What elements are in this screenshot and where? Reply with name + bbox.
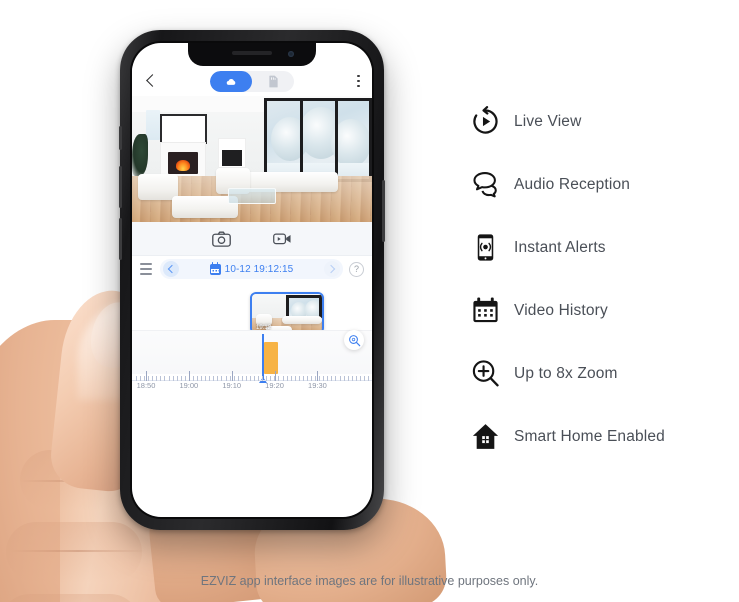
ruler-label: 19:00 — [179, 381, 199, 390]
feature-list: Live View Audio Reception Instant Alerts… — [470, 90, 732, 468]
window-glass — [267, 101, 369, 179]
kebab-menu-icon[interactable] — [357, 74, 360, 88]
camera-snapshot-icon[interactable] — [212, 229, 231, 248]
video-record-icon[interactable] — [273, 229, 292, 248]
ruler-major-tick — [317, 371, 319, 381]
feature-item-live-view[interactable]: Live View — [470, 90, 732, 153]
zoom-icon — [470, 358, 514, 389]
alcove-recess — [222, 150, 242, 166]
video-history-icon — [470, 295, 514, 326]
wall-tv — [160, 114, 207, 144]
feature-label: Live View — [514, 112, 582, 130]
disclaimer-caption: EZVIZ app interface images are for illus… — [200, 574, 539, 588]
smart-home-icon — [470, 421, 514, 452]
phone-screen: 10-12 19:12:15 ? 19:12 18:50 19:00 19:10… — [132, 43, 372, 517]
chevron-right-icon — [326, 264, 336, 274]
ruler-major-tick — [146, 371, 147, 381]
feature-item-instant-alerts[interactable]: Instant Alerts — [470, 216, 732, 279]
large-window — [264, 98, 372, 182]
instant-alerts-icon — [470, 232, 514, 263]
storage-source-toggle[interactable] — [210, 70, 294, 92]
live-view-image[interactable] — [132, 96, 372, 222]
notch — [188, 43, 316, 66]
coffee-table — [228, 188, 276, 204]
ruler-label: 18:50 — [136, 381, 156, 390]
timeline-tick-labels: 18:50 19:00 19:10 19:20 19:30 — [132, 381, 372, 393]
palm-crease — [10, 550, 146, 552]
houseplant — [132, 134, 148, 176]
date-selector[interactable]: 10-12 19:12:15 — [160, 259, 343, 279]
ruler-major-tick — [231, 371, 233, 381]
ruler-label: 19:30 — [308, 381, 327, 390]
chevron-left-icon — [167, 264, 177, 274]
calendar-icon — [209, 262, 221, 275]
earpiece-speaker — [232, 51, 272, 55]
help-icon[interactable]: ? — [349, 261, 364, 277]
date-navigation-bar: 10-12 19:12:15 ? — [132, 256, 372, 282]
back-chevron-icon[interactable] — [144, 74, 158, 88]
tab-cloud[interactable] — [210, 70, 252, 92]
prev-day-button[interactable] — [163, 261, 179, 277]
power-button[interactable] — [382, 180, 385, 242]
feature-item-video-history[interactable]: Video History — [470, 279, 732, 342]
capture-controls — [132, 222, 372, 256]
recorded-event-block[interactable] — [264, 342, 278, 374]
knuckle — [0, 594, 140, 602]
date-value: 10-12 19:12:15 — [224, 263, 294, 275]
feature-label: Instant Alerts — [514, 238, 606, 256]
live-view-icon — [470, 106, 514, 137]
cloud-icon — [226, 78, 235, 85]
knuckle — [6, 522, 142, 582]
front-camera-icon — [288, 51, 294, 57]
feature-item-zoom[interactable]: Up to 8x Zoom — [470, 342, 732, 405]
timeline-track[interactable] — [132, 330, 372, 383]
smartphone: 10-12 19:12:15 ? 19:12 18:50 19:00 19:10… — [119, 30, 385, 530]
mute-switch[interactable] — [119, 126, 122, 150]
ruler-label: 19:20 — [265, 381, 284, 390]
timeline-ruler — [132, 371, 372, 381]
ruler-label: 19:10 — [222, 381, 242, 390]
audio-reception-icon — [470, 169, 514, 200]
ruler-major-tick — [274, 371, 276, 381]
feature-item-audio-reception[interactable]: Audio Reception — [470, 153, 732, 216]
promo-image: 10-12 19:12:15 ? 19:12 18:50 19:00 19:10… — [0, 0, 739, 602]
tab-sd-card[interactable] — [252, 71, 294, 92]
next-day-button[interactable] — [324, 261, 340, 277]
feature-label: Up to 8x Zoom — [514, 364, 618, 382]
sd-card-icon — [268, 75, 278, 87]
app-top-bar — [132, 66, 372, 96]
magnifier-zoom-icon[interactable] — [344, 330, 364, 350]
armchair — [138, 174, 178, 200]
phone-bezel: 10-12 19:12:15 ? 19:12 18:50 19:00 19:10… — [130, 41, 374, 519]
ruler-major-tick — [188, 371, 190, 381]
volume-up-button[interactable] — [119, 166, 122, 208]
feature-label: Video History — [514, 301, 608, 319]
volume-down-button[interactable] — [119, 218, 122, 260]
list-icon[interactable] — [140, 263, 154, 275]
timeline-thumbnail[interactable]: 19:12 — [250, 292, 324, 334]
feature-label: Audio Reception — [514, 175, 630, 193]
flame — [176, 160, 190, 171]
current-date: 10-12 19:12:15 — [209, 262, 294, 275]
feature-label: Smart Home Enabled — [514, 427, 665, 445]
feature-item-smart-home[interactable]: Smart Home Enabled — [470, 405, 732, 468]
playback-timeline[interactable]: 19:12 18:50 19:00 19:10 19:20 19:30 — [132, 282, 372, 394]
left-window — [146, 110, 160, 140]
